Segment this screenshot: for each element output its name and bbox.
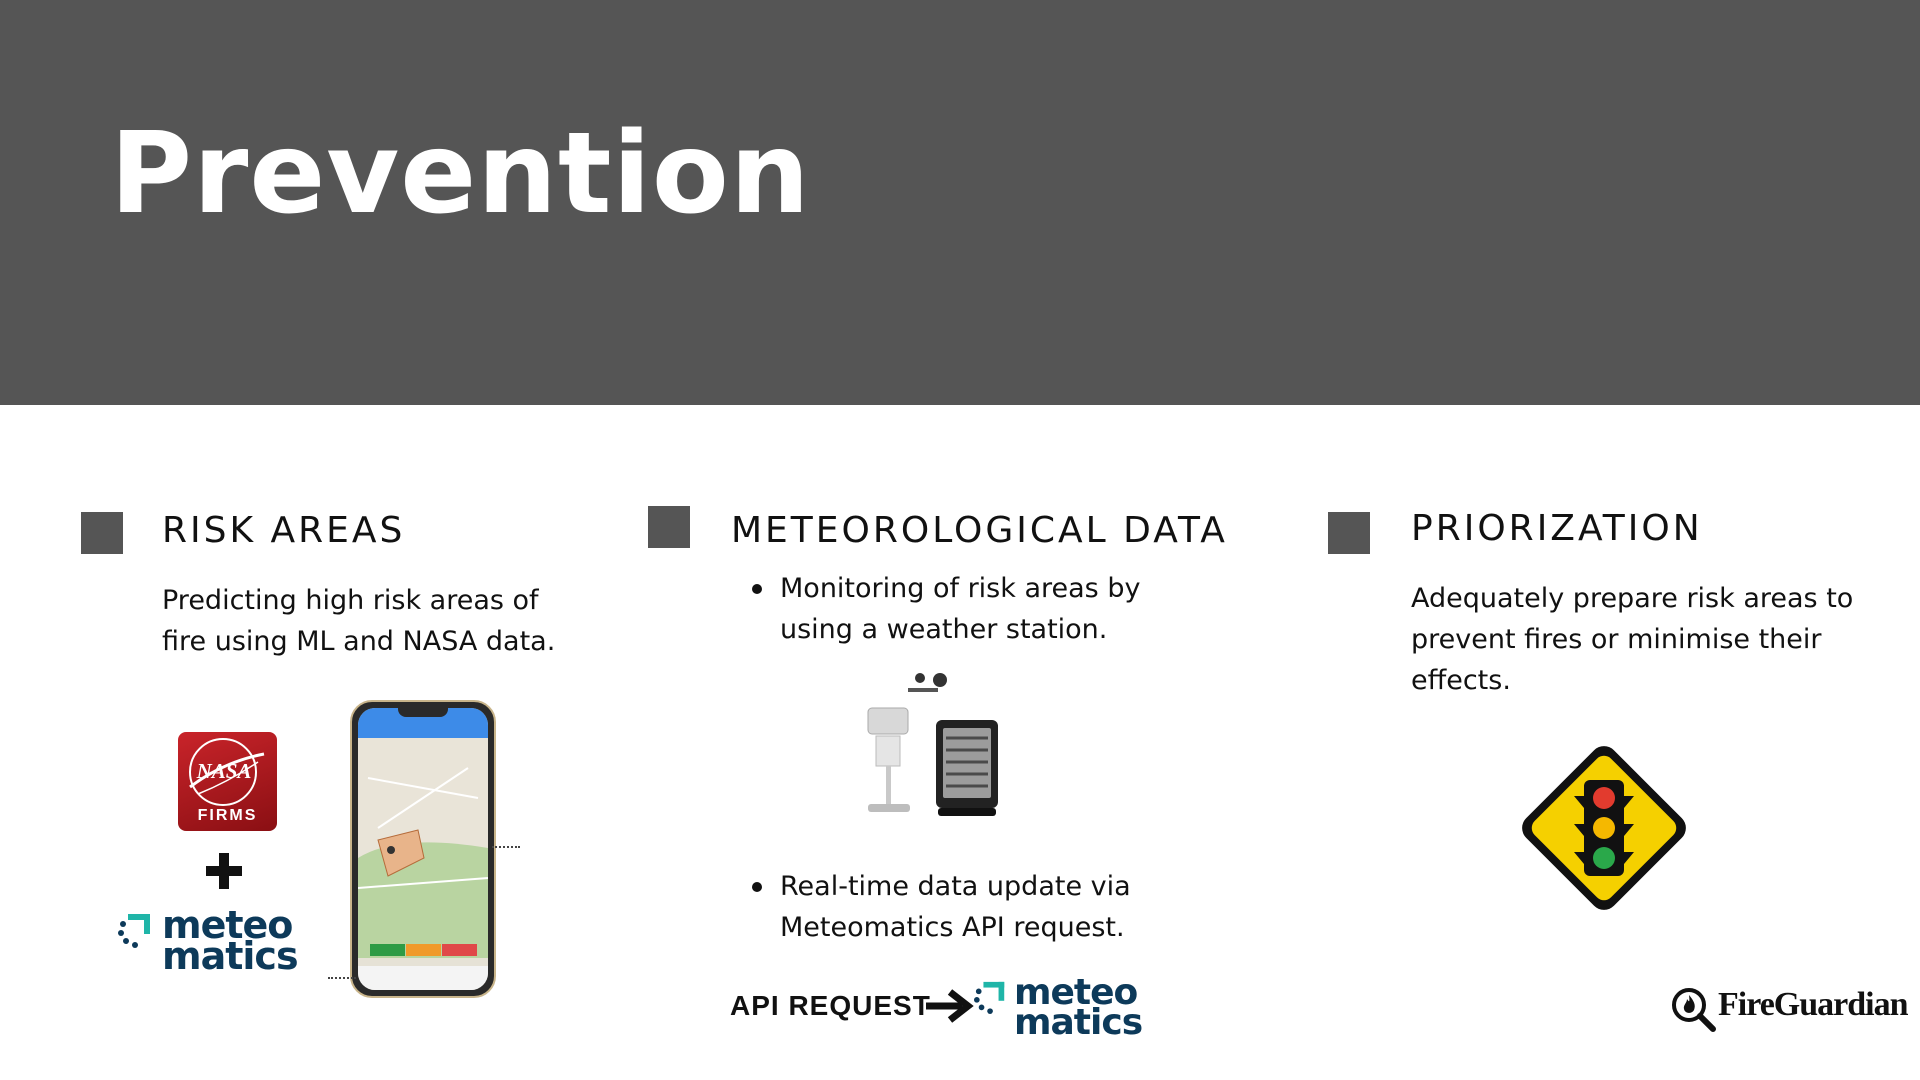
risk-areas-line-2: fire using ML and NASA data. bbox=[162, 626, 556, 657]
meteorological-data-title: METEOROLOGICAL DATA bbox=[731, 510, 1228, 551]
phone-status-bar-orange bbox=[406, 944, 441, 956]
header-banner: Prevention bbox=[0, 0, 1920, 405]
priorization-title: PRIORIZATION bbox=[1411, 508, 1703, 549]
bullet-2-line-1: Real-time data update via bbox=[780, 871, 1131, 902]
meteomatics-logo: meteo matics bbox=[118, 906, 308, 979]
plus-icon bbox=[206, 853, 242, 889]
priorization-marker bbox=[1328, 512, 1370, 554]
bullet-1-line-1: Monitoring of risk areas by bbox=[780, 573, 1141, 604]
risk-areas-title: RISK AREAS bbox=[162, 510, 406, 551]
meteomatics-logo-line-2: matics bbox=[1014, 1001, 1143, 1043]
bullet-dot bbox=[752, 584, 762, 594]
phone-tab-bar bbox=[358, 966, 488, 990]
phone-screen bbox=[358, 708, 488, 990]
bullet-1-line-2: using a weather station. bbox=[780, 614, 1108, 645]
priorization-line-1: Adequately prepare risk areas to bbox=[1411, 583, 1854, 614]
priorization-line-3: effects. bbox=[1411, 665, 1511, 696]
phone-connector-line-bottom bbox=[328, 977, 356, 979]
meteomatics-dots-icon bbox=[118, 914, 150, 948]
bullet-dot bbox=[752, 882, 762, 892]
nasa-firms-text: FIRMS bbox=[197, 807, 258, 824]
magnifier-flame-icon bbox=[1672, 988, 1716, 1032]
meteomatics-logo-line-2: matics bbox=[162, 934, 299, 979]
meteomatics-logo-api: meteo matics bbox=[974, 975, 1154, 1043]
phone-status-bar-green bbox=[370, 944, 405, 956]
api-request-label: API REQUEST bbox=[730, 990, 931, 1021]
risk-areas-description: Predicting high risk areas of fire using… bbox=[162, 580, 555, 662]
fireguardian-brand: FireGuardian bbox=[1718, 986, 1908, 1023]
priorization-description: Adequately prepare risk areas to prevent… bbox=[1411, 578, 1853, 701]
phone-status-bar-red bbox=[442, 944, 477, 956]
meteorological-bullet-1: Monitoring of risk areas by using a weat… bbox=[752, 568, 1141, 650]
page-title: Prevention bbox=[110, 109, 811, 239]
risk-map-illustration bbox=[358, 738, 488, 958]
nasa-logo-text: NASA bbox=[196, 759, 252, 783]
nasa-firms-logo: NASA FIRMS bbox=[178, 732, 277, 831]
phone-connector-line bbox=[492, 846, 520, 848]
priorization-line-2: prevent fires or minimise their bbox=[1411, 624, 1822, 655]
meteorological-data-marker bbox=[648, 506, 690, 548]
phone-mockup bbox=[350, 700, 496, 998]
risk-areas-marker bbox=[81, 512, 123, 554]
traffic-light-sign-icon bbox=[1522, 746, 1686, 910]
meteorological-bullet-2: Real-time data update via Meteomatics AP… bbox=[752, 866, 1131, 948]
risk-areas-line-1: Predicting high risk areas of bbox=[162, 585, 539, 616]
bullet-2-line-2: Meteomatics API request. bbox=[780, 912, 1125, 943]
phone-notch bbox=[398, 708, 448, 717]
arrow-right-icon bbox=[926, 989, 974, 1023]
weather-station-illustration bbox=[867, 673, 998, 816]
meteomatics-dots-icon bbox=[974, 981, 1005, 1014]
